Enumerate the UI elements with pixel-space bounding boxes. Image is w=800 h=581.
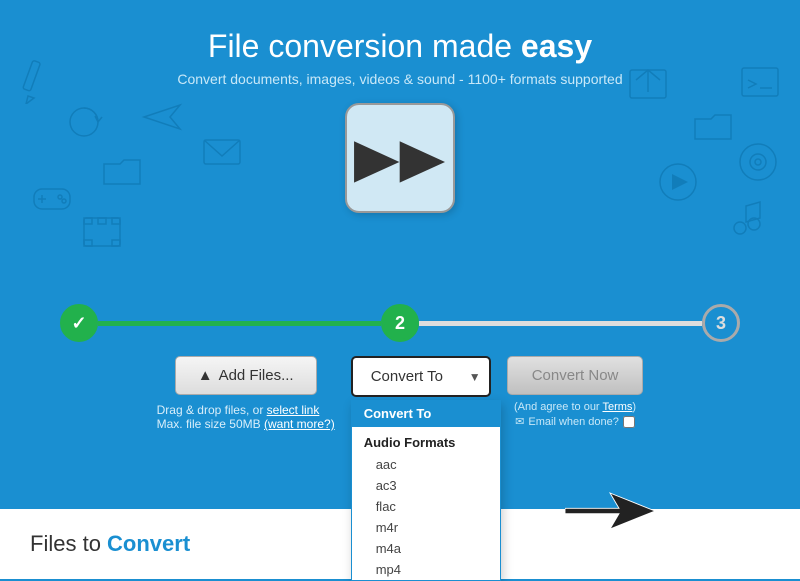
email-checkbox[interactable] <box>623 416 635 428</box>
action-row: ▲ Add Files... Drag & drop files, or sel… <box>60 356 740 431</box>
logo-box: ▶▶ <box>345 103 455 213</box>
files-prefix: Files <box>30 531 76 556</box>
step-2-circle: 2 <box>381 304 419 342</box>
dropdown-item-ac3[interactable]: ac3 <box>352 475 500 496</box>
add-files-label: Add Files... <box>219 367 294 384</box>
big-arrow-indicator <box>565 488 655 539</box>
step-line-2 <box>419 321 702 326</box>
film-icon <box>80 210 124 254</box>
dropdown-item-flac[interactable]: flac <box>352 496 500 517</box>
step-3-circle: 3 <box>702 304 740 342</box>
hero-title: File conversion made easy <box>0 0 800 65</box>
files-to-convert-heading: Files to Convert <box>30 531 190 557</box>
dropdown-item-m4r[interactable]: m4r <box>352 517 500 538</box>
dropdown-header: Convert To <box>352 400 500 427</box>
terms-link[interactable]: Terms <box>602 401 632 413</box>
dropdown-group-audio: Audio Formats <box>352 427 500 454</box>
files-bold: Convert <box>107 531 190 556</box>
terms-text: (And agree to our Terms) <box>514 401 636 413</box>
dropdown-item-mp4[interactable]: mp4 <box>352 559 500 580</box>
drag-drop-text: Drag & drop files, or select link Max. f… <box>157 403 335 431</box>
step-1-circle: ✓ <box>60 304 98 342</box>
select-link[interactable]: select link <box>267 403 320 417</box>
arrow-svg <box>565 488 655 534</box>
want-more-link[interactable]: (want more?) <box>264 417 335 431</box>
step-line-1 <box>98 321 381 326</box>
dropdown-item-m4a[interactable]: m4a <box>352 538 500 559</box>
steps-section: ✓ 2 3 ▲ Add Files... Drag & drop files, … <box>0 290 800 441</box>
hero-section: File conversion made easy Convert docume… <box>0 0 800 290</box>
drag-text: Drag & drop files, or <box>157 403 264 417</box>
hero-subtitle: Convert documents, images, videos & soun… <box>0 71 800 87</box>
add-files-section: ▲ Add Files... Drag & drop files, or sel… <box>157 356 335 431</box>
add-files-button[interactable]: ▲ Add Files... <box>175 356 317 395</box>
upload-icon: ▲ <box>198 367 213 384</box>
dropdown-panel: Convert To Audio Formats aac ac3 flac m4… <box>351 400 501 581</box>
center-logo-container: ▶▶ <box>0 103 800 213</box>
terms-prefix: (And agree to our <box>514 401 600 413</box>
email-row: ✉ Email when done? <box>515 415 635 428</box>
steps-bar: ✓ 2 3 <box>60 304 740 342</box>
logo-arrow-icon: ▶▶ <box>354 131 445 185</box>
files-middle: to <box>83 531 107 556</box>
email-label: Email when done? <box>528 416 619 428</box>
email-icon: ✉ <box>515 415 524 428</box>
convert-to-wrapper: Convert To ▼ Convert To Audio Formats aa… <box>351 356 491 397</box>
convert-now-button[interactable]: Convert Now <box>507 356 644 395</box>
dropdown-item-aac[interactable]: aac <box>352 454 500 475</box>
convert-now-section: Convert Now (And agree to our Terms) ✉ E… <box>507 356 644 428</box>
max-size-text: Max. file size 50MB <box>157 417 261 431</box>
convert-to-select[interactable]: Convert To <box>351 356 491 397</box>
